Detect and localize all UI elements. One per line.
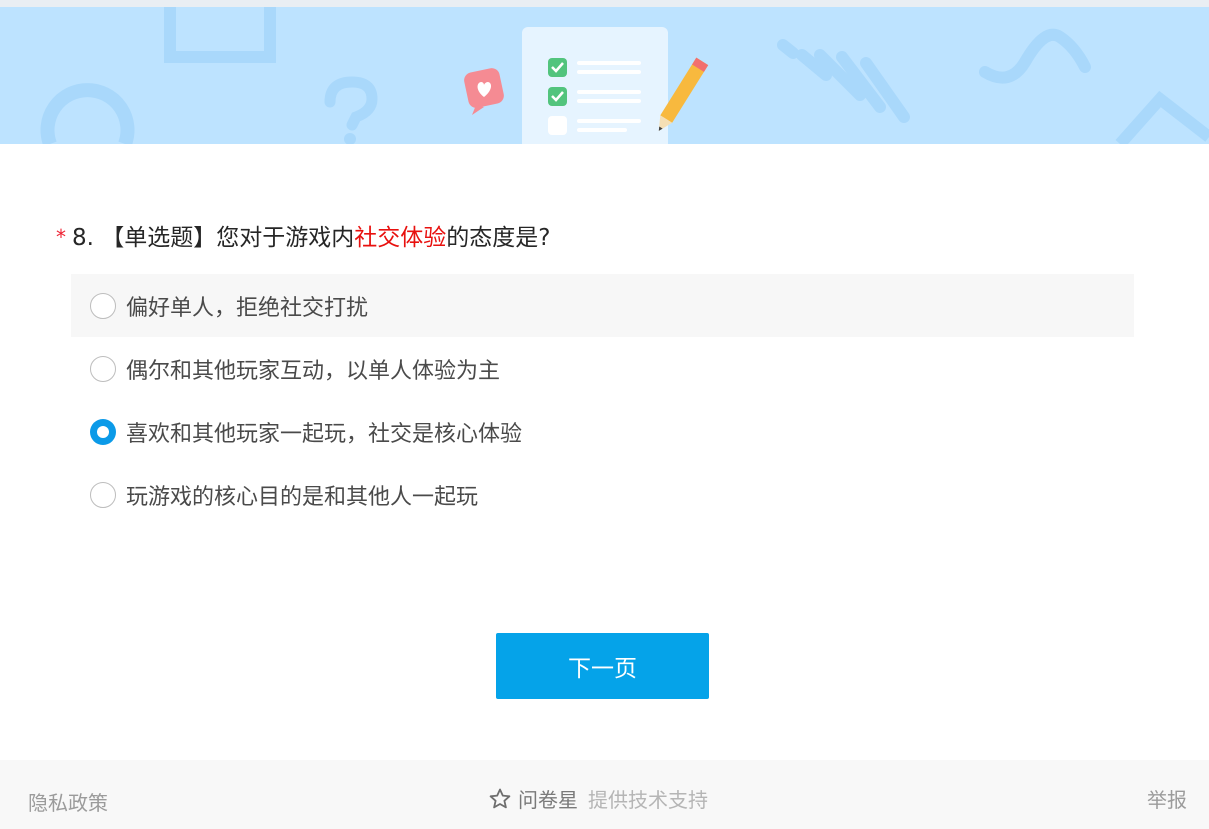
question-mark-icon <box>324 76 378 144</box>
star-icon <box>489 788 511 808</box>
radio-button[interactable] <box>90 292 116 319</box>
checklist-icon <box>522 27 668 144</box>
top-strip <box>0 0 1209 7</box>
question-type-label: 【单选题】 <box>101 225 217 251</box>
radio-button[interactable] <box>90 355 116 382</box>
option-2[interactable]: 偶尔和其他玩家互动，以单人体验为主 <box>71 337 1134 400</box>
next-page-button[interactable]: 下一页 <box>496 633 709 699</box>
option-label: 玩游戏的核心目的是和其他人一起玩 <box>126 484 479 510</box>
required-mark: * <box>56 225 66 249</box>
option-1[interactable]: 偏好单人，拒绝社交打扰 <box>71 274 1134 337</box>
option-4[interactable]: 玩游戏的核心目的是和其他人一起玩 <box>71 463 1134 526</box>
privacy-policy-link[interactable]: 隐私政策 <box>28 787 108 816</box>
brand-name: 问卷星 <box>518 788 578 812</box>
triangle-shape-icon <box>1115 90 1209 144</box>
radio-button-selected[interactable] <box>90 418 116 445</box>
option-label: 偶尔和其他玩家互动，以单人体验为主 <box>126 358 501 384</box>
brand-credit[interactable]: 问卷星 提供技术支持 <box>488 784 708 813</box>
stripes-shape-icon <box>777 39 910 123</box>
square-shape-icon <box>164 7 276 63</box>
wave-shape-icon <box>979 28 1091 84</box>
question-title: * 8. 【单选题】您对于游戏内社交体验的态度是? <box>56 222 550 254</box>
header-banner <box>0 7 1209 144</box>
option-label: 偏好单人，拒绝社交打扰 <box>126 295 369 321</box>
option-label: 喜欢和其他玩家一起玩，社交是核心体验 <box>126 421 523 447</box>
question-text-before: 您对于游戏内 <box>216 225 355 251</box>
option-3[interactable]: 喜欢和其他玩家一起玩，社交是核心体验 <box>71 400 1134 463</box>
heart-chat-icon <box>464 68 504 115</box>
question-text-after: 的态度是? <box>446 225 551 251</box>
footer: 隐私政策 问卷星 提供技术支持 举报 <box>0 760 1209 829</box>
radio-button[interactable] <box>90 481 116 508</box>
banner-illustration <box>40 7 1209 144</box>
question-number: 8. <box>72 225 94 251</box>
support-text: 提供技术支持 <box>588 788 708 812</box>
report-link[interactable]: 举报 <box>1147 784 1187 813</box>
ring-shape-icon <box>40 83 135 144</box>
question-text-highlight: 社交体验 <box>354 225 447 251</box>
